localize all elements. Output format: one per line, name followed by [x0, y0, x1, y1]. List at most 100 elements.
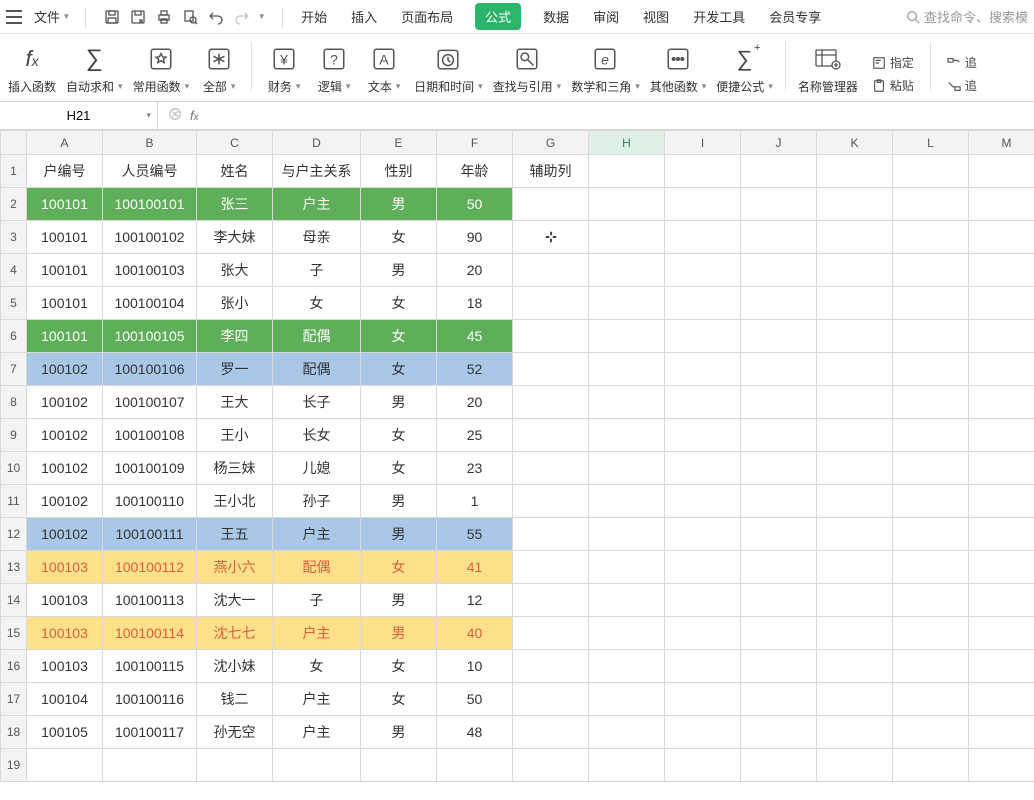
col-header[interactable]: E [361, 131, 437, 155]
cell[interactable] [665, 716, 741, 749]
col-header[interactable]: C [197, 131, 273, 155]
cell[interactable] [665, 452, 741, 485]
command-search[interactable]: 查找命令、搜索模 [906, 7, 1028, 26]
cell[interactable]: 25 [437, 419, 513, 452]
row-header[interactable]: 13 [1, 551, 27, 584]
cell[interactable]: 姓名 [197, 155, 273, 188]
cell[interactable] [589, 485, 665, 518]
cell[interactable] [741, 353, 817, 386]
cell[interactable] [589, 254, 665, 287]
row-header[interactable]: 1 [1, 155, 27, 188]
cell[interactable] [741, 485, 817, 518]
cell[interactable] [817, 386, 893, 419]
cell[interactable] [969, 683, 1034, 716]
tab-member[interactable]: 会员专享 [767, 3, 823, 30]
col-header[interactable]: D [273, 131, 361, 155]
cell[interactable] [817, 518, 893, 551]
cell[interactable] [741, 584, 817, 617]
cell[interactable]: 100101 [27, 254, 103, 287]
name-box[interactable]: ▾ [0, 102, 158, 129]
cell[interactable]: 长子 [273, 386, 361, 419]
cell[interactable]: 100100113 [103, 584, 197, 617]
col-header[interactable]: B [103, 131, 197, 155]
cell[interactable]: 100102 [27, 485, 103, 518]
cell[interactable]: 100100116 [103, 683, 197, 716]
cell[interactable]: 性别 [361, 155, 437, 188]
cell[interactable] [513, 485, 589, 518]
cell[interactable] [665, 683, 741, 716]
cell[interactable]: 女 [361, 452, 437, 485]
ribbon-trace-dependents[interactable]: 追 [943, 76, 981, 95]
cell[interactable] [969, 584, 1034, 617]
cell[interactable] [817, 452, 893, 485]
cell[interactable] [103, 749, 197, 782]
cell[interactable] [513, 650, 589, 683]
cell[interactable]: 100100115 [103, 650, 197, 683]
col-header[interactable]: H [589, 131, 665, 155]
cell[interactable] [817, 155, 893, 188]
cell[interactable]: 张小 [197, 287, 273, 320]
print-preview-icon[interactable] [182, 9, 198, 25]
ribbon-trace-precedents[interactable]: 追 [943, 53, 981, 72]
cell[interactable]: 100101 [27, 320, 103, 353]
cell[interactable] [589, 155, 665, 188]
cell[interactable]: 100100106 [103, 353, 197, 386]
cell[interactable] [741, 221, 817, 254]
row-header[interactable]: 6 [1, 320, 27, 353]
cell[interactable] [893, 287, 969, 320]
cell[interactable]: 张大 [197, 254, 273, 287]
cell[interactable]: 男 [361, 518, 437, 551]
cell[interactable] [589, 584, 665, 617]
cell[interactable]: 20 [437, 254, 513, 287]
cell[interactable]: 100102 [27, 452, 103, 485]
cell[interactable]: 户主 [273, 188, 361, 221]
cell[interactable] [513, 386, 589, 419]
tab-view[interactable]: 视图 [641, 3, 671, 30]
cell[interactable] [741, 386, 817, 419]
cell[interactable] [665, 386, 741, 419]
cell[interactable] [969, 287, 1034, 320]
row-header[interactable]: 2 [1, 188, 27, 221]
cell[interactable] [589, 749, 665, 782]
formula-input[interactable] [209, 102, 1034, 129]
cell[interactable] [969, 749, 1034, 782]
cell[interactable] [513, 254, 589, 287]
cell[interactable] [969, 419, 1034, 452]
cell[interactable] [893, 650, 969, 683]
row-header[interactable]: 4 [1, 254, 27, 287]
cell[interactable] [817, 650, 893, 683]
cell[interactable]: 100103 [27, 617, 103, 650]
cell[interactable] [665, 221, 741, 254]
cell[interactable] [589, 683, 665, 716]
cell[interactable] [893, 353, 969, 386]
cell[interactable] [817, 584, 893, 617]
cell[interactable]: 男 [361, 584, 437, 617]
cell[interactable] [969, 188, 1034, 221]
cell[interactable] [893, 518, 969, 551]
cell[interactable] [893, 155, 969, 188]
cell[interactable] [741, 551, 817, 584]
cell[interactable]: 沈小妹 [197, 650, 273, 683]
cell[interactable]: 钱二 [197, 683, 273, 716]
cell[interactable]: 女 [361, 650, 437, 683]
cell[interactable]: 100100110 [103, 485, 197, 518]
cell[interactable] [665, 584, 741, 617]
col-header[interactable]: G [513, 131, 589, 155]
cell[interactable] [513, 452, 589, 485]
cell[interactable]: 孙子 [273, 485, 361, 518]
cell[interactable] [817, 419, 893, 452]
cell[interactable]: 男 [361, 254, 437, 287]
cell[interactable] [665, 749, 741, 782]
cell[interactable]: 人员编号 [103, 155, 197, 188]
cell[interactable] [665, 617, 741, 650]
row-header[interactable]: 3 [1, 221, 27, 254]
cell[interactable] [893, 254, 969, 287]
worksheet[interactable]: A B C D E F G H I J K L M 1户编号人员编号姓名与户主关… [0, 130, 1034, 800]
cell[interactable] [513, 683, 589, 716]
cell[interactable] [969, 386, 1034, 419]
cell[interactable] [589, 353, 665, 386]
cell[interactable] [513, 419, 589, 452]
cell[interactable] [741, 419, 817, 452]
cell[interactable]: 100100114 [103, 617, 197, 650]
cell[interactable]: 女 [361, 683, 437, 716]
